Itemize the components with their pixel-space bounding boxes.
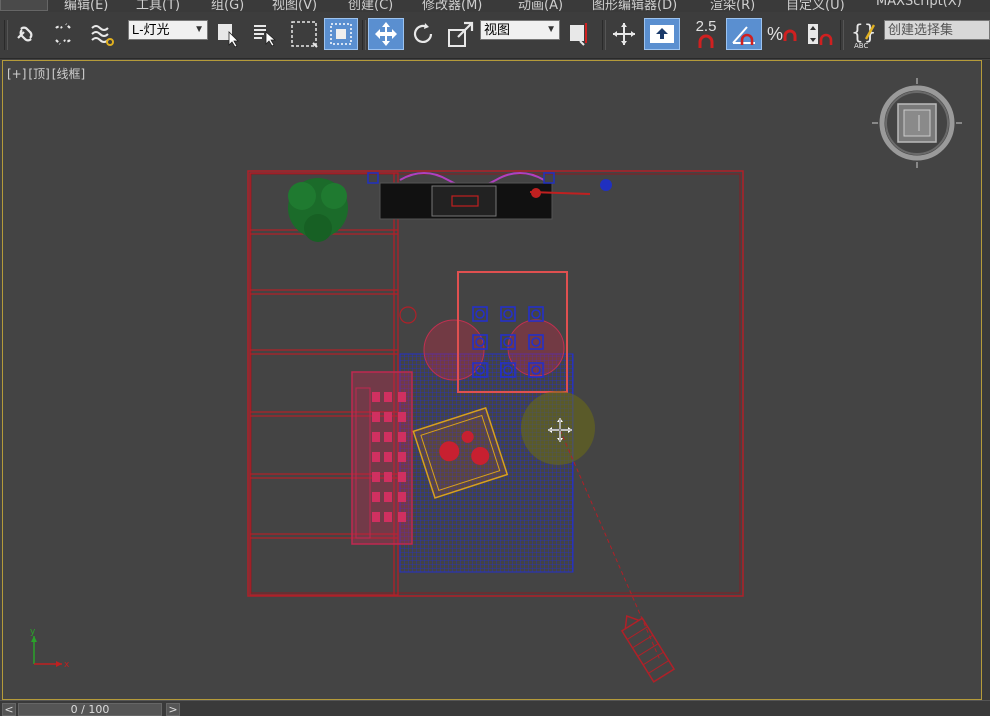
sofa	[351, 371, 413, 545]
scene-wireframe: y x	[30, 78, 962, 683]
time-slider-thumb[interactable]: 0 / 100	[18, 703, 162, 716]
viewport-right-strip	[982, 60, 990, 700]
axis-tripod: y x	[30, 627, 70, 670]
time-slider: < 0 / 100 >	[0, 700, 990, 716]
frame-display: 0 / 100	[70, 703, 110, 716]
light-sphere	[521, 391, 595, 465]
next-arrow-label: >	[168, 703, 178, 716]
prev-arrow-label: <	[4, 703, 14, 716]
spotlight	[620, 615, 676, 683]
time-next-button[interactable]: >	[166, 703, 180, 716]
tv-cabinet	[367, 172, 612, 220]
svg-text:y: y	[30, 627, 36, 637]
light-target-line	[559, 429, 661, 661]
plant	[288, 178, 348, 242]
viewcube	[872, 78, 962, 168]
time-prev-button[interactable]: <	[2, 703, 16, 716]
wall-lamp	[399, 306, 417, 324]
svg-text:x: x	[64, 660, 70, 670]
